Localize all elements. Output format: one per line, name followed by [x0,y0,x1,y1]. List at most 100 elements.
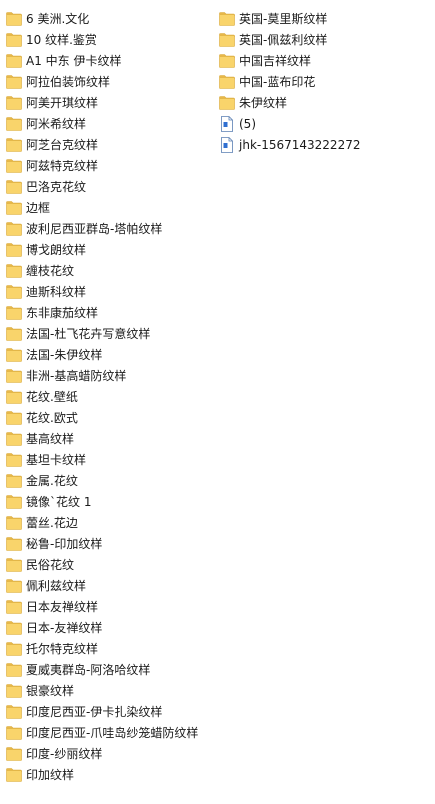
folder-item[interactable]: 基高纹样 [6,428,211,449]
folder-item[interactable]: 阿拉伯装饰纹样 [6,71,211,92]
folder-icon [6,494,22,509]
item-label: 边框 [26,200,51,215]
folder-item[interactable]: 朱伊纹样 [219,92,429,113]
folder-item[interactable]: 阿芝台克纹样 [6,134,211,155]
folder-item[interactable]: 迪斯科纹样 [6,281,211,302]
item-label: 波利尼西亚群岛-塔帕纹样 [26,221,163,236]
item-label: 印度尼西亚-爪哇岛纱笼蜡防纹样 [26,725,199,740]
folder-icon [6,53,22,68]
folder-item[interactable]: 日本-友禅纹样 [6,617,211,638]
folder-icon [6,284,22,299]
item-label: 中国吉祥纹样 [239,53,312,68]
folder-icon [6,11,22,26]
file-list-left-column: 6 美洲.文化 10 纹样.鉴赏 A1 中东 伊卡纹样 阿拉伯装饰纹样阿美开琪纹样阿米… [6,8,211,785]
folder-item[interactable]: 印度尼西亚-爪哇岛纱笼蜡防纹样 [6,722,211,743]
folder-item[interactable]: 阿美开琪纹样 [6,92,211,113]
folder-item[interactable]: 印度-纱丽纹样 [6,743,211,764]
folder-icon [6,410,22,425]
folder-item[interactable]: 6 美洲.文化 [6,8,211,29]
folder-item[interactable]: 英国-莫里斯纹样 [219,8,429,29]
item-label: jhk-1567143222272 [239,137,361,152]
folder-icon [6,347,22,362]
folder-icon [6,557,22,572]
item-label: 佩利兹纹样 [26,578,87,593]
item-label: 日本友禅纹样 [26,599,99,614]
folder-icon [6,200,22,215]
folder-icon [219,53,235,68]
folder-item[interactable]: 蕾丝.花边 [6,512,211,533]
folder-item[interactable]: 波利尼西亚群岛-塔帕纹样 [6,218,211,239]
folder-item[interactable]: 博戈朗纹样 [6,239,211,260]
item-label: 印度-纱丽纹样 [26,746,103,761]
item-label: 印加纹样 [26,767,75,782]
folder-item[interactable]: 托尔特克纹样 [6,638,211,659]
folder-icon [6,704,22,719]
folder-item[interactable]: 边框 [6,197,211,218]
folder-item[interactable]: 花纹.壁纸 [6,386,211,407]
folder-item[interactable]: 英国-佩兹利纹样 [219,29,429,50]
folder-icon [6,179,22,194]
folder-item[interactable]: 印加纹样 [6,764,211,785]
item-label: 英国-佩兹利纹样 [239,32,328,47]
folder-icon [6,641,22,656]
folder-item[interactable]: 夏威夷群岛-阿洛哈纹样 [6,659,211,680]
item-label: 法国-朱伊纹样 [26,347,103,362]
item-label: 镜像`花纹 1 [26,494,92,509]
item-label: 法国-杜飞花卉写意纹样 [26,326,151,341]
file-item[interactable]: (5) [219,113,429,134]
folder-item[interactable]: A1 中东 伊卡纹样 [6,50,211,71]
folder-item[interactable]: 中国-蓝布印花 [219,71,429,92]
folder-item[interactable]: 中国吉祥纹样 [219,50,429,71]
folder-item[interactable]: 法国-杜飞花卉写意纹样 [6,323,211,344]
folder-item[interactable]: 巴洛克花纹 [6,176,211,197]
folder-item[interactable]: 非洲-基高蜡防纹样 [6,365,211,386]
folder-item[interactable]: 缠枝花纹 [6,260,211,281]
folder-item[interactable]: 印度尼西亚-伊卡扎染纹样 [6,701,211,722]
folder-item[interactable]: 东非康茄纹样 [6,302,211,323]
item-label: 阿米希纹样 [26,116,87,131]
item-label: 阿拉伯装饰纹样 [26,74,111,89]
item-label: 巴洛克花纹 [26,179,87,194]
folder-item[interactable]: 银豪纹样 [6,680,211,701]
folder-icon [6,326,22,341]
item-label: 基高纹样 [26,431,75,446]
folder-item[interactable]: 10 纹样.鉴赏 [6,29,211,50]
folder-icon [6,221,22,236]
folder-icon [6,536,22,551]
item-label: 迪斯科纹样 [26,284,87,299]
item-label: 蕾丝.花边 [26,515,78,530]
folder-item[interactable]: 阿米希纹样 [6,113,211,134]
folder-icon [6,662,22,677]
document-icon [219,115,235,132]
file-item[interactable]: jhk-1567143222272 [219,134,429,155]
folder-icon [219,74,235,89]
folder-item[interactable]: 法国-朱伊纹样 [6,344,211,365]
item-label: 非洲-基高蜡防纹样 [26,368,127,383]
item-label: 博戈朗纹样 [26,242,87,257]
folder-item[interactable]: 基坦卡纹样 [6,449,211,470]
item-label: (5) [239,116,256,131]
folder-item[interactable]: 镜像`花纹 1 [6,491,211,512]
folder-item[interactable]: 民俗花纹 [6,554,211,575]
item-label: 朱伊纹样 [239,95,288,110]
folder-item[interactable]: 花纹.欧式 [6,407,211,428]
item-label: 缠枝花纹 [26,263,75,278]
folder-item[interactable]: 金属.花纹 [6,470,211,491]
item-label: 夏威夷群岛-阿洛哈纹样 [26,662,151,677]
folder-item[interactable]: 日本友禅纹样 [6,596,211,617]
item-label: 阿芝台克纹样 [26,137,99,152]
folder-icon [6,578,22,593]
folder-icon [6,452,22,467]
folder-icon [6,137,22,152]
folder-item[interactable]: 阿兹特克纹样 [6,155,211,176]
item-label: 10 纹样.鉴赏 [26,32,97,47]
item-label: 印度尼西亚-伊卡扎染纹样 [26,704,163,719]
item-label: 中国-蓝布印花 [239,74,316,89]
folder-icon [219,95,235,110]
folder-icon [6,158,22,173]
document-icon [219,136,235,153]
item-label: A1 中东 伊卡纹样 [26,53,122,68]
folder-icon [6,368,22,383]
folder-item[interactable]: 佩利兹纹样 [6,575,211,596]
folder-item[interactable]: 秘鲁-印加纹样 [6,533,211,554]
